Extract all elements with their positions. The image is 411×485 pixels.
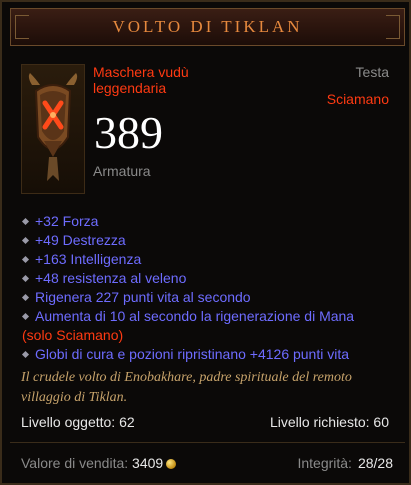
class-requirement: Sciamano <box>326 91 389 107</box>
durability-label: Integrità: <box>297 455 352 471</box>
armor-label: Armatura <box>93 163 151 179</box>
affix-item: Rigenera 227 punti vita al secondo <box>21 288 402 307</box>
voodoo-mask-icon <box>28 73 78 181</box>
item-type-line-2: leggendaria <box>93 80 167 96</box>
armor-value: 389 <box>94 107 163 158</box>
item-name: VOLTO DI TIKLAN <box>112 17 303 36</box>
affix-bullet-icon <box>21 293 30 302</box>
affix-item: Aumenta di 10 al secondo la rigenerazion… <box>21 307 402 326</box>
affix-bullet-icon <box>21 255 30 264</box>
affix-list: +32 Forza +49 Destrezza +163 Intelligenz… <box>21 212 402 364</box>
header-ornament-right <box>386 15 400 39</box>
item-slot: Testa <box>355 64 389 80</box>
item-type-line-1: Maschera vudù <box>93 64 189 80</box>
tooltip-footer: Valore di vendita: 3409 Integrità: 28/28 <box>10 442 405 478</box>
sell-value: Valore di vendita: 3409 <box>21 455 177 471</box>
item-level: Livello oggetto: 62 <box>21 414 135 430</box>
item-type: Maschera vudù leggendaria <box>93 64 189 96</box>
affix-bullet-icon <box>21 236 30 245</box>
flavor-text: Il crudele volto di Enobakhare, padre sp… <box>21 370 352 405</box>
gold-coin-icon <box>166 459 177 469</box>
sell-value-amount: 3409 <box>132 455 164 471</box>
affix-class-note: (solo Sciamano) <box>22 327 124 343</box>
durability-value: 28/28 <box>357 455 393 471</box>
affix-item: +32 Forza <box>21 212 402 231</box>
affix-bullet-icon <box>21 312 30 321</box>
affix-bullet-icon <box>21 217 30 226</box>
item-header: VOLTO DI TIKLAN <box>10 8 405 46</box>
affix-bullet-icon <box>21 350 30 359</box>
item-tooltip: VOLTO DI TIKLAN Maschera vudù leggendari… <box>0 0 411 485</box>
affix-item: +49 Destrezza <box>21 231 402 250</box>
durability: Integrità: 28/28 <box>297 455 393 471</box>
affix-item: +163 Intelligenza <box>21 250 402 269</box>
item-icon-frame <box>21 64 85 194</box>
affix-bullet-icon <box>21 274 30 283</box>
header-ornament-left <box>15 15 29 39</box>
affix-item: +48 resistenza al veleno <box>21 269 402 288</box>
sell-value-label: Valore di vendita: <box>21 455 129 471</box>
required-level: Livello richiesto: 60 <box>269 414 389 430</box>
affix-item: Globi di cura e pozioni ripristinano +41… <box>21 345 402 364</box>
